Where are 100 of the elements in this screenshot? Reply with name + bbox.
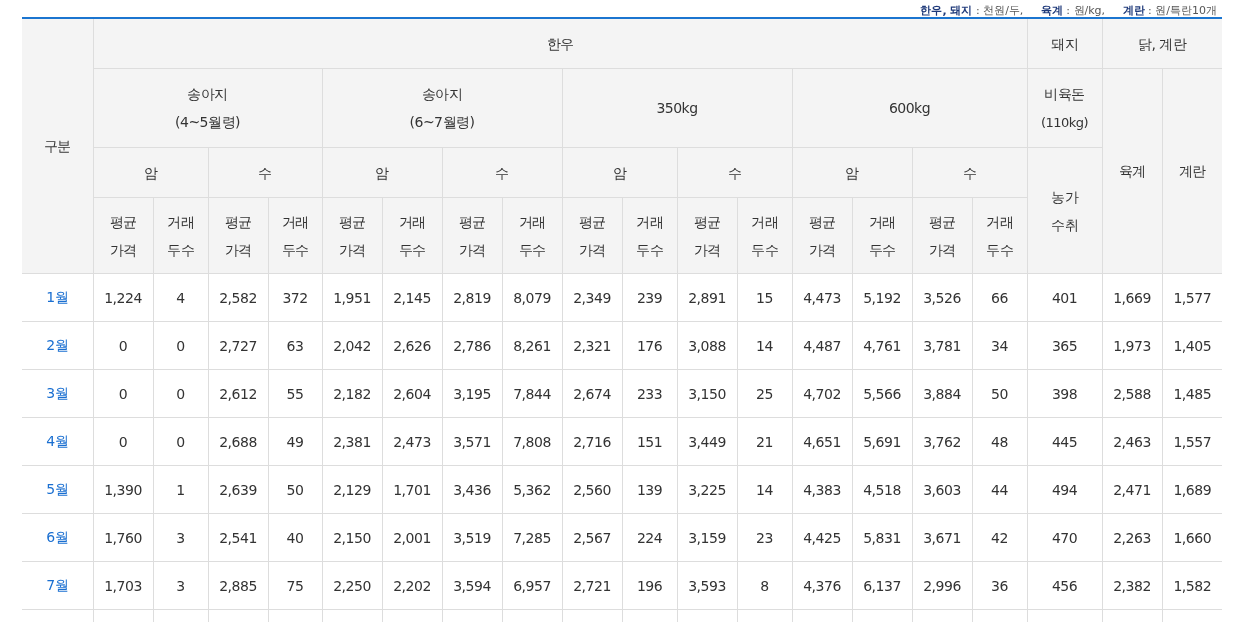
table-cell: 4,383 <box>792 465 852 514</box>
table-cell: 14 <box>737 465 792 514</box>
table-cell: 8,261 <box>502 321 562 370</box>
table-cell: 1 <box>153 465 208 514</box>
table-cell: 6,137 <box>852 561 912 610</box>
table-cell: 2,250 <box>322 561 382 610</box>
table-cell: 3 <box>153 513 208 562</box>
header-cell: 평균 가격 <box>792 197 852 274</box>
header-cell: 거래 두수 <box>737 197 792 274</box>
header-cell: 암 <box>322 147 442 198</box>
header-cell: 송아지 (6~7월령) <box>322 68 562 148</box>
table-cell: 0 <box>93 321 153 370</box>
table-cell: 7,808 <box>502 417 562 466</box>
header-cell: 거래 두수 <box>622 197 677 274</box>
header-cell: 평균 가격 <box>442 197 502 274</box>
table-cell: 4,425 <box>792 513 852 562</box>
table-cell: 55 <box>268 369 322 418</box>
table-cell: 34 <box>972 321 1027 370</box>
table-cell: 7,844 <box>502 369 562 418</box>
header-cell: 거래 두수 <box>153 197 208 274</box>
table-cell: 3,603 <box>912 465 972 514</box>
table-cell: 36 <box>972 561 1027 610</box>
table-cell: 1,701 <box>382 465 442 514</box>
month-cell[interactable]: 7월 <box>22 561 93 610</box>
table-cell: 0 <box>153 321 208 370</box>
table-cell: 4,761 <box>852 321 912 370</box>
header-cell: 송아지 (4~5월령) <box>93 68 322 148</box>
table-cell: 2,996 <box>912 561 972 610</box>
header-cell: 평균 가격 <box>677 197 737 274</box>
table-cell: 66 <box>972 273 1027 322</box>
month-cell[interactable]: 5월 <box>22 465 93 514</box>
table-cell: 3 <box>153 561 208 610</box>
table-cell: 4,651 <box>792 417 852 466</box>
header-cell: 평균 가격 <box>208 197 268 274</box>
table-cell: 5,192 <box>852 273 912 322</box>
table-cell: 40 <box>268 513 322 562</box>
table-cell: 3,436 <box>442 465 502 514</box>
table-cell: 2,674 <box>562 369 622 418</box>
header-cell: 계란 <box>1162 68 1222 274</box>
month-cell[interactable]: 6월 <box>22 513 93 562</box>
table-cell: 3,159 <box>677 513 737 562</box>
table-cell: 3,225 <box>677 465 737 514</box>
table-cell: 2,612 <box>208 369 268 418</box>
table-cell: 8 <box>737 561 792 610</box>
month-cell[interactable]: 4월 <box>22 417 93 466</box>
table-cell: 1,224 <box>93 273 153 322</box>
month-cell[interactable]: 2월 <box>22 321 93 370</box>
table-cell: 2,202 <box>382 561 442 610</box>
table-cell: 2,885 <box>208 561 268 610</box>
month-cell[interactable]: 3월 <box>22 369 93 418</box>
table-cell: 2,150 <box>322 513 382 562</box>
table-cell: 176 <box>622 321 677 370</box>
header-cell: 비육돈 (110kg) <box>1027 68 1102 148</box>
table-cell: 2,688 <box>208 417 268 466</box>
header-cell: 암 <box>792 147 912 198</box>
header-cell: 수 <box>208 147 322 198</box>
table-cell: 2,786 <box>442 321 502 370</box>
header-cell: 거래 두수 <box>502 197 562 274</box>
table-cell: 3,526 <box>912 273 972 322</box>
table-cell: 2,891 <box>677 273 737 322</box>
header-cell: 돼지 <box>1027 18 1102 69</box>
table-cell: 63 <box>268 321 322 370</box>
header-cell: 평균 가격 <box>93 197 153 274</box>
table-cell: 3,884 <box>912 369 972 418</box>
table-cell: 2,129 <box>322 465 382 514</box>
header-cell: 거래 두수 <box>382 197 442 274</box>
table-cell: 3,571 <box>442 417 502 466</box>
table-cell: 4,518 <box>852 465 912 514</box>
table-cell: 3,762 <box>912 417 972 466</box>
table-cell: 401 <box>1027 273 1102 322</box>
table-cell: 5,362 <box>502 465 562 514</box>
month-cell[interactable]: 1월 <box>22 273 93 322</box>
table-cell: 2,560 <box>562 465 622 514</box>
table-cell: 25 <box>737 369 792 418</box>
table-cell: 1,951 <box>322 273 382 322</box>
table-cell: 3,593 <box>677 561 737 610</box>
table-cell: 3,088 <box>677 321 737 370</box>
table-cell: 2,582 <box>208 273 268 322</box>
table-cell: 14 <box>737 321 792 370</box>
table-cell: 233 <box>622 369 677 418</box>
table-cell: 2,473 <box>382 417 442 466</box>
table-cell: 2,819 <box>442 273 502 322</box>
table-cell: 1,760 <box>93 513 153 562</box>
header-cell: 농가 수취 <box>1027 147 1102 274</box>
table-cell: 2,727 <box>208 321 268 370</box>
table-cell: 224 <box>622 513 677 562</box>
table-cell: 2,263 <box>1102 513 1162 562</box>
table-cell: 5,831 <box>852 513 912 562</box>
table-cell: 0 <box>93 417 153 466</box>
table-cell: 2,588 <box>1102 369 1162 418</box>
table-cell: 2,639 <box>208 465 268 514</box>
table-cell: 494 <box>1027 465 1102 514</box>
table-cell: 196 <box>622 561 677 610</box>
table-cell: 2,716 <box>562 417 622 466</box>
table-cell: 2,145 <box>382 273 442 322</box>
table-cell: 8,079 <box>502 273 562 322</box>
table-cell: 1,390 <box>93 465 153 514</box>
table-cell: 456 <box>1027 561 1102 610</box>
table-cell: 0 <box>153 369 208 418</box>
table-cell: 2,626 <box>382 321 442 370</box>
